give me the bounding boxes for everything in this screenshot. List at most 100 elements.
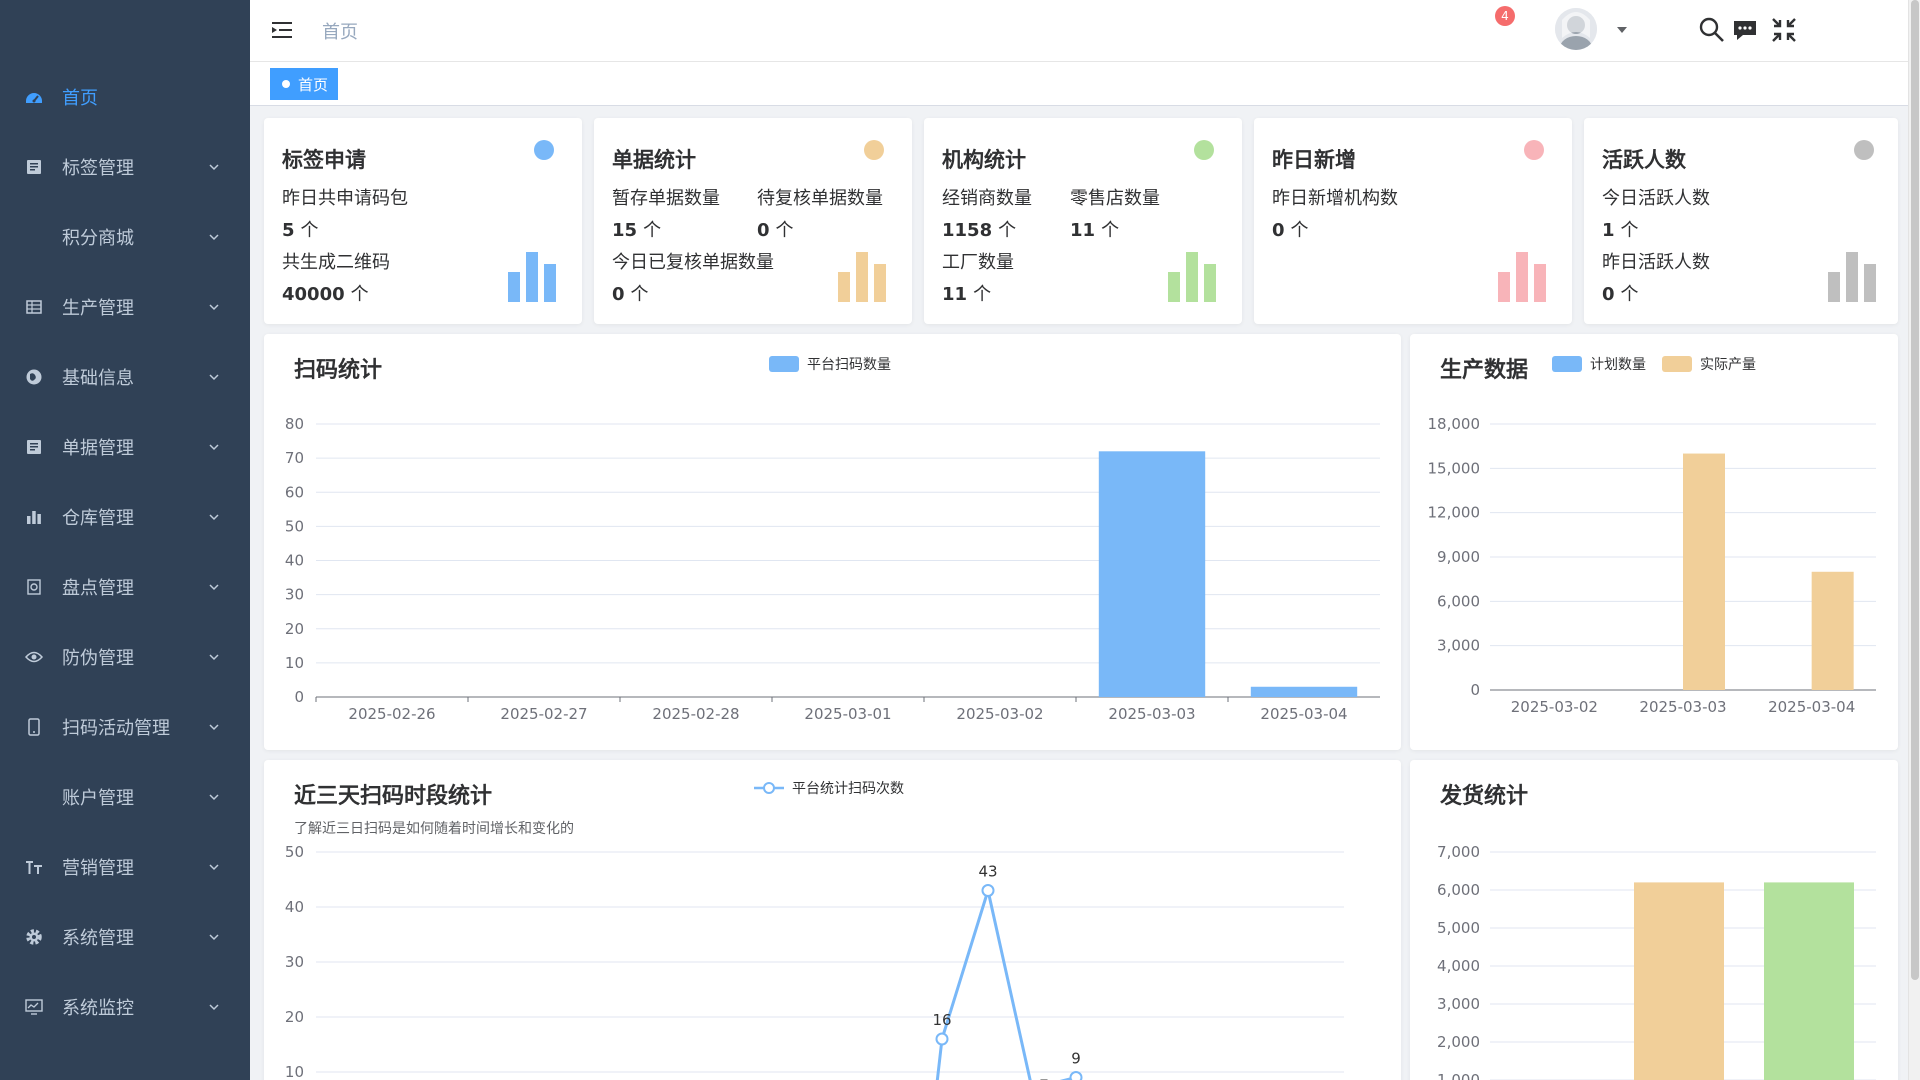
y-tick-label: 3,000 bbox=[1437, 637, 1480, 655]
sidebar-item-warehouse[interactable]: 仓库管理 bbox=[0, 482, 250, 552]
chevron-down-icon bbox=[209, 234, 219, 241]
sidebar-item-accounts[interactable]: 账户管理 bbox=[0, 762, 250, 832]
tag-home[interactable]: 首页 bbox=[270, 68, 339, 100]
sidebar-item-monitoring[interactable]: 系统监控 bbox=[0, 972, 250, 1042]
dashboard-icon bbox=[24, 87, 44, 107]
sidebar: 首页 标签管理 积分商城 生产管理 基础信息 单据管理 仓库管理 盘点管理 防伪… bbox=[0, 0, 250, 1080]
y-tick-label: 70 bbox=[285, 449, 304, 467]
sidebar-item-anti-counterfeit[interactable]: 防伪管理 bbox=[0, 622, 250, 692]
card-active-users: 活跃人数 今日活跃人数 1个 昨日活跃人数 0个 bbox=[1584, 118, 1898, 324]
data-point bbox=[935, 1032, 949, 1046]
card-value: 0个 bbox=[612, 284, 649, 305]
y-tick-label: 60 bbox=[285, 483, 304, 501]
x-tick-label: 2025-03-03 bbox=[1639, 698, 1726, 716]
y-tick-label: 6,000 bbox=[1437, 592, 1480, 610]
sidebar-item-label-management[interactable]: 标签管理 bbox=[0, 132, 250, 202]
data-label: 7 bbox=[1039, 1077, 1049, 1080]
card-value: 0个 bbox=[1272, 220, 1309, 241]
scan-bar-chart: 0 10 20 30 40 50 60 70 80 2025-02-26 2025-02-27 202… bbox=[285, 415, 1380, 723]
y-tick-label: 50 bbox=[285, 517, 304, 535]
status-dot-icon bbox=[1194, 140, 1214, 160]
sidebar-item-label: 基础信息 bbox=[62, 368, 134, 389]
chevron-down-icon bbox=[209, 794, 219, 801]
phone-icon bbox=[24, 717, 44, 737]
sidebar-item-label: 标签管理 bbox=[62, 158, 134, 179]
chevron-down-icon bbox=[209, 164, 219, 171]
y-tick-label: 0 bbox=[294, 688, 304, 706]
chevron-down-icon bbox=[209, 304, 219, 311]
x-tick-label: 2025-02-27 bbox=[500, 705, 587, 723]
avatar[interactable] bbox=[1555, 8, 1597, 50]
status-dot-icon bbox=[1854, 140, 1874, 160]
bar-chart-icon bbox=[1168, 252, 1216, 302]
panel-production: 生产数据 计划数量 实际产量 0 3,000 6,000 9,000 12,000 15,… bbox=[1410, 334, 1898, 750]
sidebar-item-label: 生产管理 bbox=[62, 298, 134, 319]
y-tick-label: 30 bbox=[285, 586, 304, 604]
y-tick-label: 50 bbox=[285, 843, 304, 861]
sidebar-item-label: 积分商城 bbox=[62, 228, 134, 249]
y-tick-label: 40 bbox=[285, 898, 304, 916]
sidebar-item-home[interactable]: 首页 bbox=[0, 62, 250, 132]
chevron-down-icon bbox=[209, 724, 219, 731]
card-documents: 单据统计 暂存单据数量 15 个 待复核单据数量 0个 今日已复核单据数量 0个 bbox=[594, 118, 912, 324]
card-value: 1个 bbox=[1602, 220, 1639, 241]
card-label: 经销商数量 bbox=[942, 188, 1032, 209]
bar-chart-icon bbox=[1498, 252, 1546, 302]
exit-fullscreen-icon[interactable] bbox=[1770, 16, 1798, 44]
sidebar-item-production[interactable]: 生产管理 bbox=[0, 272, 250, 342]
y-tick-label: 30 bbox=[285, 953, 304, 971]
hourly-line-chart: 10 20 30 40 50 16 43 7 9 bbox=[285, 843, 1344, 1080]
chevron-down-icon bbox=[209, 654, 219, 661]
y-tick-label: 20 bbox=[285, 620, 304, 638]
sidebar-item-system[interactable]: 系统管理 bbox=[0, 902, 250, 972]
hamburger-icon[interactable] bbox=[270, 18, 294, 42]
card-title: 标签申请 bbox=[282, 148, 366, 172]
card-title: 机构统计 bbox=[942, 148, 1026, 172]
card-title: 单据统计 bbox=[612, 148, 696, 172]
sidebar-item-inventory-count[interactable]: 盘点管理 bbox=[0, 552, 250, 622]
search-icon[interactable] bbox=[1698, 16, 1726, 44]
sidebar-item-scan-activity[interactable]: 扫码活动管理 bbox=[0, 692, 250, 762]
sidebar-item-label: 盘点管理 bbox=[62, 578, 134, 599]
message-icon[interactable] bbox=[1731, 16, 1759, 44]
y-tick-label: 18,000 bbox=[1428, 415, 1481, 433]
y-tick-label: 3,000 bbox=[1437, 995, 1480, 1013]
card-value: 5个 bbox=[282, 220, 319, 241]
sidebar-item-documents[interactable]: 单据管理 bbox=[0, 412, 250, 482]
y-tick-label: 10 bbox=[285, 654, 304, 672]
tag-label: 首页 bbox=[298, 75, 329, 94]
sidebar-item-points-mall[interactable]: 积分商城 bbox=[0, 202, 250, 272]
card-title: 昨日新增 bbox=[1272, 148, 1356, 172]
text-icon bbox=[24, 857, 44, 877]
y-tick-label: 7,000 bbox=[1437, 843, 1480, 861]
y-tick-label: 5,000 bbox=[1437, 919, 1480, 937]
card-label: 暂存单据数量 bbox=[612, 188, 720, 209]
tags-view: 首页 bbox=[250, 62, 1920, 106]
scrollbar-thumb[interactable] bbox=[1911, 0, 1919, 980]
bar bbox=[1250, 686, 1358, 697]
chevron-down-icon bbox=[209, 584, 219, 591]
sidebar-item-label: 防伪管理 bbox=[62, 648, 134, 669]
sidebar-item-marketing[interactable]: 营销管理 bbox=[0, 832, 250, 902]
y-tick-label: 15,000 bbox=[1428, 459, 1481, 477]
y-tick-label: 4,000 bbox=[1437, 957, 1480, 975]
card-value: 0个 bbox=[1602, 284, 1639, 305]
breadcrumb[interactable]: 首页 bbox=[322, 18, 358, 44]
caret-down-icon[interactable] bbox=[1616, 24, 1628, 36]
bar bbox=[1683, 453, 1725, 690]
card-value: 0个 bbox=[757, 220, 794, 241]
shipping-bar-chart: 7,000 6,000 5,000 4,000 3,000 2,000 1,000 bbox=[1437, 843, 1876, 1080]
card-value: 11 个 bbox=[942, 284, 992, 305]
x-tick-label: 2025-02-26 bbox=[348, 705, 435, 723]
status-dot-icon bbox=[864, 140, 884, 160]
bar-chart-icon bbox=[24, 507, 44, 527]
series-line bbox=[935, 889, 1079, 1080]
status-dot-icon bbox=[1524, 140, 1544, 160]
sidebar-item-label: 系统管理 bbox=[62, 928, 134, 949]
card-label: 今日活跃人数 bbox=[1602, 188, 1710, 209]
card-label: 共生成二维码 bbox=[282, 252, 390, 273]
card-value: 15 个 bbox=[612, 220, 662, 241]
vertical-scrollbar[interactable] bbox=[1908, 0, 1920, 1080]
card-value: 11 个 bbox=[1070, 220, 1120, 241]
sidebar-item-basic-info[interactable]: 基础信息 bbox=[0, 342, 250, 412]
